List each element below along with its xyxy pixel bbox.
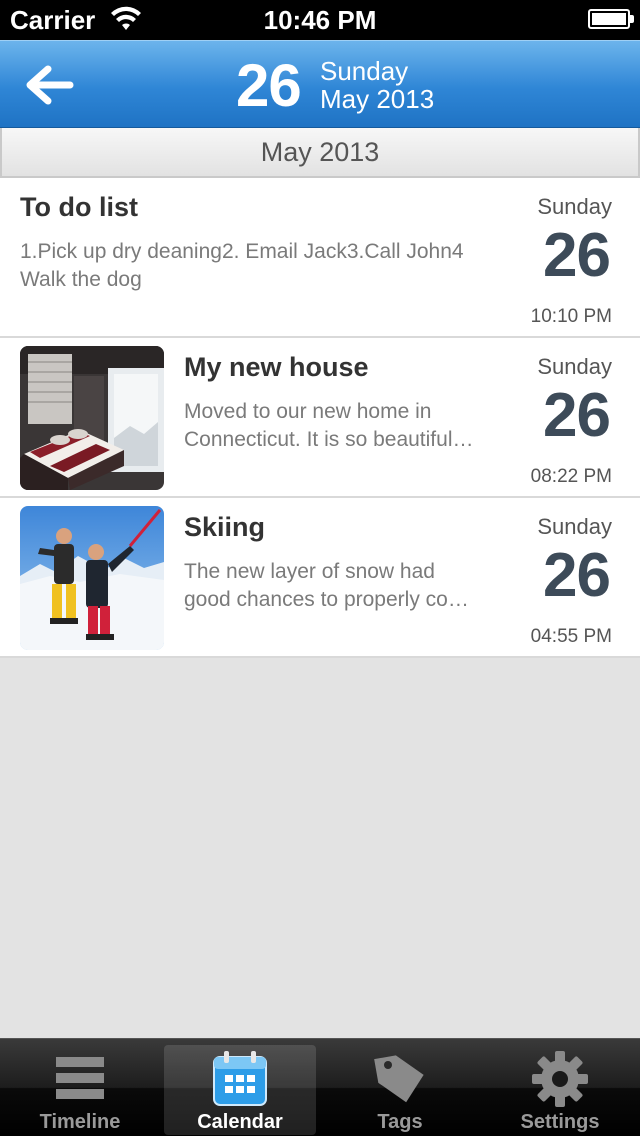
tab-timeline[interactable]: Timeline xyxy=(4,1045,156,1135)
entry-day-number: 26 xyxy=(543,221,611,290)
timeline-icon xyxy=(50,1049,110,1109)
tab-label: Timeline xyxy=(39,1111,121,1133)
entry-day-number: 26 xyxy=(543,541,611,610)
calendar-icon xyxy=(210,1049,270,1109)
tab-label: Calendar xyxy=(197,1111,283,1133)
bedroom-photo-thumbnail xyxy=(20,346,164,490)
entry-preview-line: Moved to our new home in xyxy=(184,400,432,423)
entry-weekday: Sunday xyxy=(537,354,612,379)
entry-preview-line: 1.Pick up dry deaning2. Email Jack3.Call… xyxy=(20,240,464,263)
entry-preview-line: Walk the dog xyxy=(20,268,142,291)
entry-row-skiing[interactable]: Skiing The new layer of snow had good ch… xyxy=(0,498,640,658)
entry-time: 08:22 PM xyxy=(530,466,612,487)
tab-calendar[interactable]: Calendar xyxy=(164,1045,316,1135)
entry-day-number: 26 xyxy=(543,381,611,450)
nav-day-number: 26 xyxy=(236,52,302,119)
entry-time: 04:55 PM xyxy=(530,626,612,647)
tab-bar: Timeline Calendar Tags Settings xyxy=(0,1038,640,1136)
entry-row-todo[interactable]: To do list 1.Pick up dry deaning2. Email… xyxy=(0,178,640,338)
tab-label: Tags xyxy=(377,1111,423,1133)
entry-preview: Moved to our new home in Connecticut. It… xyxy=(184,398,494,454)
status-time: 10:46 PM xyxy=(263,5,377,35)
entry-preview-line: good chances to properly co… xyxy=(184,588,469,611)
entry-preview: The new layer of snow had good chances t… xyxy=(184,558,494,614)
entry-title: To do list xyxy=(20,192,138,222)
entry-preview: 1.Pick up dry deaning2. Email Jack3.Call… xyxy=(20,238,500,294)
tag-icon xyxy=(370,1049,430,1109)
nav-bar: 26 Sunday May 2013 xyxy=(0,40,640,128)
nav-weekday: Sunday xyxy=(320,56,409,86)
month-section-header: May 2013 xyxy=(0,128,640,178)
skiers-photo-thumbnail xyxy=(20,506,164,650)
tab-tags[interactable]: Tags xyxy=(324,1045,476,1135)
battery-icon xyxy=(588,9,634,29)
nav-month-year: May 2013 xyxy=(320,84,435,114)
gear-icon xyxy=(530,1049,590,1109)
tab-settings[interactable]: Settings xyxy=(484,1045,636,1135)
entry-list: To do list 1.Pick up dry deaning2. Email… xyxy=(0,178,640,658)
entry-title: My new house xyxy=(184,352,369,382)
back-arrow-icon xyxy=(26,65,74,105)
tab-label: Settings xyxy=(520,1111,600,1133)
entry-preview-line: Connecticut. It is so beautiful… xyxy=(184,428,474,451)
entry-weekday: Sunday xyxy=(537,194,612,219)
entry-row-my-new-house[interactable]: My new house Moved to our new home in Co… xyxy=(0,338,640,498)
entry-weekday: Sunday xyxy=(537,514,612,539)
status-bar: Carrier 10:46 PM xyxy=(0,0,640,40)
entry-title: Skiing xyxy=(184,512,266,542)
entry-time: 10:10 PM xyxy=(530,306,612,327)
back-button[interactable] xyxy=(18,55,84,115)
entry-preview-line: The new layer of snow had xyxy=(184,560,435,583)
